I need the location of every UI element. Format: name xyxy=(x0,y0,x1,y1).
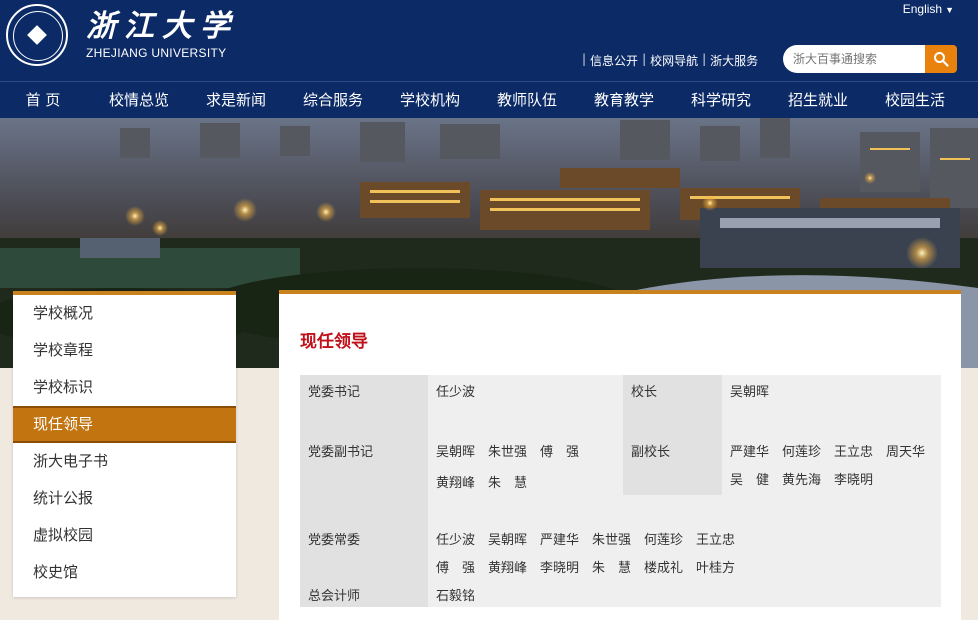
divider: | xyxy=(582,52,587,66)
main-content: 现任领导 党委书记 任少波 校长 吴朝晖 党委副书记 吴朝晖 朱世强 傅 强 黄… xyxy=(279,290,961,620)
nav-admissions[interactable]: 招生就业 xyxy=(775,82,861,118)
link-info-open[interactable]: 信息公开 xyxy=(590,52,638,69)
deputy-secretary-names-2: 黄翔峰 朱 慧 xyxy=(436,476,528,491)
chief-accountant-name: 石毅铭 xyxy=(436,589,476,604)
chief-accountant-label: 总会计师 xyxy=(308,589,361,604)
nav-campus-life[interactable]: 校园生活 xyxy=(872,82,958,118)
search-button[interactable] xyxy=(925,45,957,73)
sidebar-item-overview[interactable]: 学校概况 xyxy=(13,295,236,332)
logo-chinese-name: 浙江大学 xyxy=(86,9,238,44)
president-name: 吴朝晖 xyxy=(730,385,770,400)
sidebar-item-history-museum[interactable]: 校史馆 xyxy=(13,554,236,591)
link-site-nav[interactable]: 校网导航 xyxy=(650,52,698,69)
main-nav: 首 页 校情总览 求是新闻 综合服务 学校机构 教师队伍 教育教学 科学研究 招… xyxy=(0,81,978,118)
standing-committee-label: 党委常委 xyxy=(308,533,361,548)
divider: | xyxy=(702,52,707,66)
search-icon xyxy=(934,52,949,67)
nav-education[interactable]: 教育教学 xyxy=(581,82,667,118)
language-switch[interactable]: English ▼ xyxy=(903,2,954,16)
search-input[interactable] xyxy=(783,45,925,73)
nav-news[interactable]: 求是新闻 xyxy=(193,82,279,118)
logo-english-name: ZHEJIANG UNIVERSITY xyxy=(86,46,227,60)
party-secretary-name: 任少波 xyxy=(436,385,476,400)
nav-institutions[interactable]: 学校机构 xyxy=(387,82,473,118)
page-title: 现任领导 xyxy=(300,332,368,352)
nav-services[interactable]: 综合服务 xyxy=(290,82,376,118)
caret-down-icon: ▼ xyxy=(945,5,954,15)
sidebar-item-leaders[interactable]: 现任领导 xyxy=(13,406,236,443)
vice-president-label: 副校长 xyxy=(631,445,671,460)
nav-overview[interactable]: 校情总览 xyxy=(96,82,182,118)
link-services[interactable]: 浙大服务 xyxy=(710,52,758,69)
divider: | xyxy=(642,52,647,66)
sidebar-item-ebook[interactable]: 浙大电子书 xyxy=(13,443,236,480)
sidebar-menu: 学校概况 学校章程 学校标识 现任领导 浙大电子书 统计公报 虚拟校园 校史馆 xyxy=(13,291,236,597)
nav-home[interactable]: 首 页 xyxy=(0,82,86,118)
sidebar-item-identity[interactable]: 学校标识 xyxy=(13,369,236,406)
header: 浙江大学 ZHEJIANG UNIVERSITY English ▼ | 信息公开… xyxy=(0,0,978,81)
language-label: English xyxy=(902,2,943,16)
sidebar-item-virtual-campus[interactable]: 虚拟校园 xyxy=(13,517,236,554)
deputy-secretary-label: 党委副书记 xyxy=(308,445,374,460)
logo[interactable]: 浙江大学 ZHEJIANG UNIVERSITY xyxy=(6,4,238,66)
top-links: | 信息公开 | 校网导航 | 浙大服务 xyxy=(578,52,758,69)
party-secretary-label: 党委书记 xyxy=(308,385,361,400)
president-label: 校长 xyxy=(631,385,658,400)
university-seal-icon xyxy=(6,4,68,66)
search-box xyxy=(783,45,957,73)
sidebar-item-charter[interactable]: 学校章程 xyxy=(13,332,236,369)
sidebar-item-statistics[interactable]: 统计公报 xyxy=(13,480,236,517)
vice-president-names-2: 吴 健 黄先海 李晓明 xyxy=(730,473,874,488)
nav-faculty[interactable]: 教师队伍 xyxy=(484,82,570,118)
nav-research[interactable]: 科学研究 xyxy=(678,82,764,118)
